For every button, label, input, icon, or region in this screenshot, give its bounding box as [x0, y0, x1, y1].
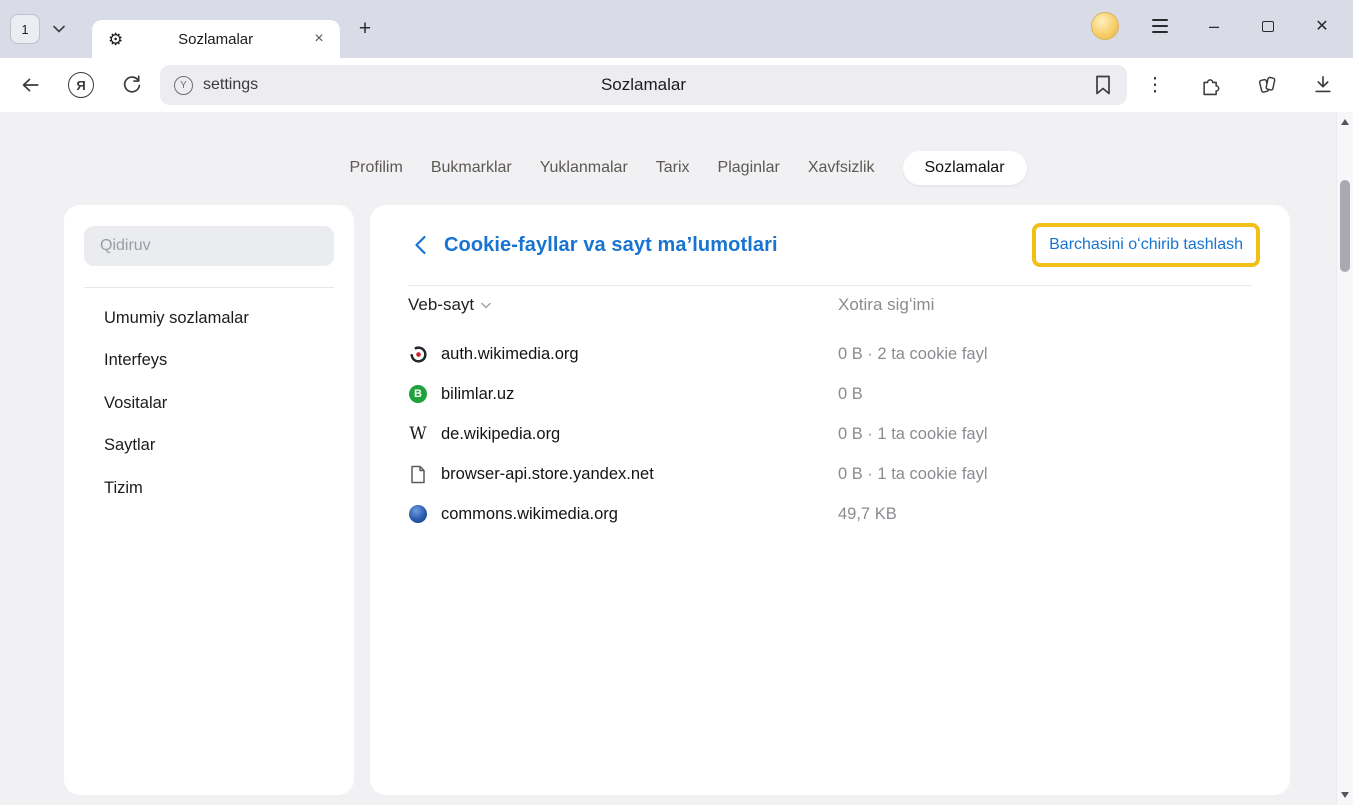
column-storage-label: Xotira sigʻimi: [838, 295, 934, 315]
profile-avatar[interactable]: [1091, 12, 1119, 40]
scrollbar-up-button[interactable]: [1337, 114, 1353, 130]
menu-hamburger-icon[interactable]: [1147, 13, 1173, 39]
tab-tarix[interactable]: Tarix: [656, 159, 690, 177]
tab-sozlamalar[interactable]: Sozlamalar: [903, 151, 1027, 185]
delete-all-button[interactable]: Barchasini oʻchirib tashlash: [1032, 223, 1260, 267]
site-domain: bilimlar.uz: [441, 385, 514, 404]
table-row[interactable]: B bilimlar.uz 0 B: [408, 374, 1252, 414]
tab-counter-button[interactable]: 1: [10, 14, 40, 44]
tab-list-chevron-icon[interactable]: [46, 16, 72, 42]
bilimlar-icon: B: [408, 384, 428, 404]
gear-icon: ⚙: [108, 31, 123, 48]
back-button[interactable]: [16, 71, 44, 99]
back-chevron-icon[interactable]: [408, 233, 432, 257]
sidebar-divider: [84, 287, 334, 288]
sidebar-item-saytlar[interactable]: Saytlar: [64, 425, 354, 468]
download-icon[interactable]: [1309, 71, 1337, 99]
wikipedia-icon: W: [408, 424, 428, 444]
extensions-puzzle-icon[interactable]: [1197, 71, 1225, 99]
window-maximize-button[interactable]: [1255, 13, 1281, 39]
table-row[interactable]: browser-api.store.yandex.net 0 B · 1 ta …: [408, 454, 1252, 494]
browser-toolbar: Я Y settings Sozlamalar ⋮: [0, 58, 1353, 112]
table-row[interactable]: auth.wikimedia.org 0 B · 2 ta cookie fay…: [408, 334, 1252, 374]
window-minimize-button[interactable]: –: [1201, 13, 1227, 39]
sort-chevron-icon: [481, 302, 491, 309]
sidebar-item-interfeys[interactable]: Interfeys: [64, 340, 354, 383]
browser-tab-sozlamalar[interactable]: ⚙ Sozlamalar ×: [92, 20, 340, 58]
site-badge-icon: Y: [174, 76, 193, 95]
column-site-sort[interactable]: Veb-sayt: [408, 295, 491, 315]
window-controls-group: – ✕: [1091, 12, 1335, 40]
settings-page: Profilim Bukmarklar Yuklanmalar Tarix Pl…: [0, 112, 1353, 805]
sidebar-item-umumiy-sozlamalar[interactable]: Umumiy sozlamalar: [64, 297, 354, 340]
tab-yuklanmalar[interactable]: Yuklanmalar: [540, 159, 628, 177]
site-domain: commons.wikimedia.org: [441, 505, 618, 524]
sidebar-item-tizim[interactable]: Tizim: [64, 467, 354, 510]
sites-table: auth.wikimedia.org 0 B · 2 ta cookie fay…: [408, 334, 1252, 534]
cookies-panel: Cookie-fayllar va sayt ma’lumotlari Barc…: [370, 205, 1290, 795]
site-storage: 0 B · 1 ta cookie fayl: [838, 465, 988, 484]
site-domain: de.wikipedia.org: [441, 425, 560, 444]
table-header-row: Veb-sayt Xotira sigʻimi: [408, 290, 1252, 320]
new-tab-button[interactable]: +: [350, 14, 380, 44]
tab-strip: 1 ⚙ Sozlamalar × + – ✕: [0, 0, 1353, 58]
site-storage: 0 B: [838, 385, 863, 404]
page-scrollbar[interactable]: [1336, 112, 1353, 805]
url-text: settings: [203, 76, 258, 94]
site-storage: 0 B · 2 ta cookie fayl: [838, 345, 988, 364]
header-divider: [408, 285, 1252, 286]
wikimedia-icon: [408, 344, 428, 364]
scrollbar-thumb[interactable]: [1340, 180, 1350, 272]
window-close-button[interactable]: ✕: [1309, 13, 1335, 39]
table-row[interactable]: commons.wikimedia.org 49,7 KB: [408, 494, 1252, 534]
site-domain: browser-api.store.yandex.net: [441, 465, 654, 484]
page-title: Sozlamalar: [160, 75, 1127, 95]
tab-close-icon[interactable]: ×: [308, 28, 330, 50]
document-icon: [408, 464, 428, 484]
yandex-home-button[interactable]: Я: [68, 72, 94, 98]
browser-window: 1 ⚙ Sozlamalar × + – ✕ Я: [0, 0, 1353, 805]
section-title: Cookie-fayllar va sayt ma’lumotlari: [444, 234, 778, 257]
settings-nav-tabs: Profilim Bukmarklar Yuklanmalar Tarix Pl…: [40, 149, 1336, 186]
tab-bukmarklar[interactable]: Bukmarklar: [431, 159, 512, 177]
address-bar[interactable]: Y settings Sozlamalar: [160, 65, 1127, 105]
sidebar-list: Umumiy sozlamalar Interfeys Vositalar Sa…: [64, 297, 354, 510]
sidebar-item-vositalar[interactable]: Vositalar: [64, 382, 354, 425]
tab-plaginlar[interactable]: Plaginlar: [718, 159, 780, 177]
kebab-menu-icon[interactable]: ⋮: [1141, 71, 1169, 99]
column-site-label: Veb-sayt: [408, 295, 474, 315]
search-input[interactable]: [84, 226, 334, 266]
tab-xavfsizlik[interactable]: Xavfsizlik: [808, 159, 875, 177]
table-row[interactable]: W de.wikipedia.org 0 B · 1 ta cookie fay…: [408, 414, 1252, 454]
site-storage: 49,7 KB: [838, 505, 897, 524]
toolbar-right-icons: ⋮: [1141, 71, 1337, 99]
cookies-header: Cookie-fayllar va sayt ma’lumotlari Barc…: [408, 205, 1260, 285]
commons-icon: [408, 504, 428, 524]
scrollbar-down-button[interactable]: [1337, 787, 1353, 803]
site-domain: auth.wikimedia.org: [441, 345, 579, 364]
site-storage: 0 B · 1 ta cookie fayl: [838, 425, 988, 444]
bookmark-icon[interactable]: [1089, 71, 1117, 99]
reload-button[interactable]: [118, 71, 146, 99]
tab-title: Sozlamalar: [123, 31, 308, 48]
collections-icon[interactable]: [1253, 71, 1281, 99]
tab-profilim[interactable]: Profilim: [349, 159, 402, 177]
settings-sidebar: Umumiy sozlamalar Interfeys Vositalar Sa…: [64, 205, 354, 795]
